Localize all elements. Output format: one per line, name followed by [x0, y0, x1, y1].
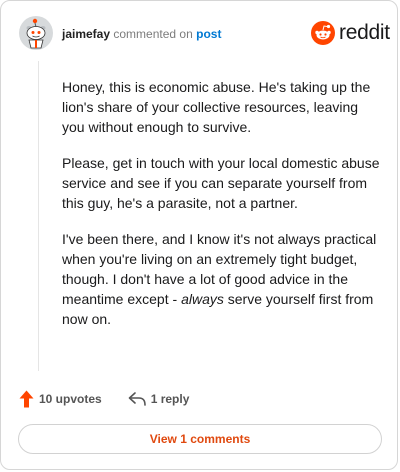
comment-paragraph-2: Please, get in touch with your local dom…	[62, 155, 380, 211]
username[interactable]: jaimefay	[62, 27, 110, 41]
reddit-logo-icon	[311, 21, 335, 45]
reply-arrow-icon[interactable]	[128, 392, 146, 406]
comment-header: jaimefay commented on post	[62, 27, 221, 41]
view-comments-button[interactable]: View 1 comments	[18, 424, 382, 454]
comment-paragraph-3: I've been there, and I know it's not alw…	[62, 229, 380, 329]
thread-line[interactable]	[38, 61, 39, 371]
brand-name: reddit	[339, 21, 390, 44]
user-avatar-icon[interactable]	[18, 15, 54, 51]
comment-footer: 10 upvotes 1 reply	[19, 390, 189, 408]
reply-count[interactable]: 1 reply	[151, 392, 190, 406]
comment-card: jaimefay commented on post reddit Honey,…	[0, 0, 398, 470]
paragraph-3-emphasis: always	[181, 291, 224, 307]
upvote-arrow-icon[interactable]	[19, 390, 34, 408]
action-text: commented on	[113, 27, 193, 41]
comment-paragraph-1: Honey, this is economic abuse. He's taki…	[62, 79, 371, 135]
upvote-count: 10 upvotes	[39, 392, 102, 406]
post-link[interactable]: post	[196, 27, 221, 41]
comment-body: Honey, this is economic abuse. He's taki…	[62, 77, 380, 345]
reddit-brand[interactable]: reddit	[311, 21, 390, 45]
